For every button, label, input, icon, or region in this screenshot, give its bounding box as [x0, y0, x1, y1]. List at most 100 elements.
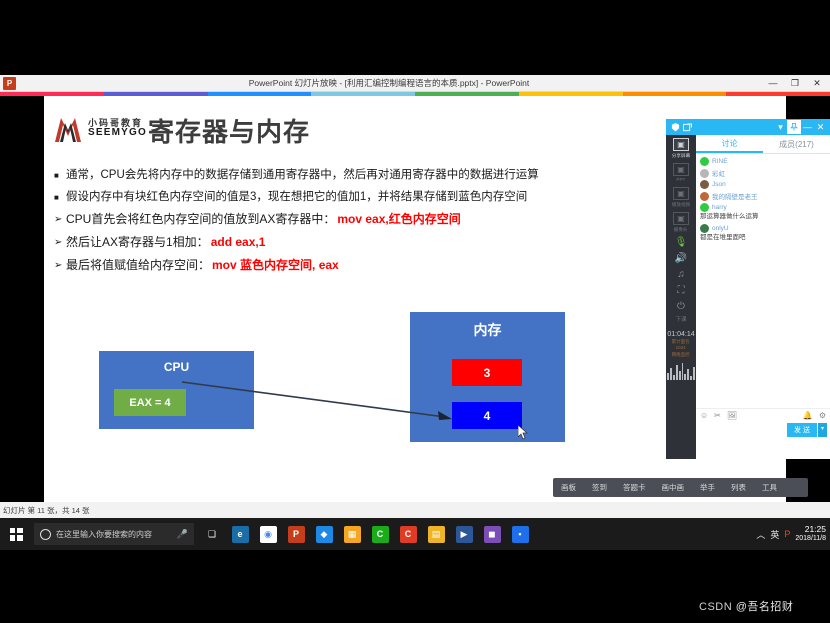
chat-username[interactable]: Json — [712, 181, 726, 188]
minimize-button[interactable]: — — [762, 75, 784, 91]
emoji-icon[interactable]: ☺ — [700, 411, 708, 420]
vc-tab-discussion[interactable]: 讨论 — [696, 135, 763, 153]
cloud-icon[interactable]: ◆ — [310, 518, 338, 550]
mic-icon[interactable]: 🎙 — [675, 237, 688, 248]
chevron-up-icon[interactable]: ︿ — [756, 528, 765, 541]
at-icon[interactable]: 🔔 — [803, 411, 813, 420]
vc-tab-bar: 讨论 成员(217) — [696, 135, 830, 154]
bullet-row: ➢ 最后将值赋值给内存空间： mov 蓝色内存空间, eax — [54, 257, 654, 274]
bullet-code-text: mov eax,红色内存空间 — [337, 212, 461, 226]
clock-time: 21:25 — [804, 524, 826, 535]
chat-username[interactable]: 彩虹 — [712, 168, 725, 178]
speaker-icon[interactable]: 🔊 — [675, 253, 687, 264]
restore-button[interactable]: ❐ — [784, 75, 806, 91]
powerpoint-icon[interactable]: P — [282, 518, 310, 550]
wechat-icon-glyph: C — [371, 525, 389, 543]
scissors-icon[interactable]: ✂ — [714, 411, 721, 420]
share-screen-icon: ▣ — [673, 138, 689, 151]
cdr-icon[interactable]: C — [394, 518, 422, 550]
bullet-text: 通常，CPU会先将内存中的数据存储到通用寄存器中，然后再对通用寄存器中的数据进行… — [66, 169, 539, 181]
image-icon[interactable]: 🖼 — [727, 411, 737, 420]
presenter-tool-列表[interactable]: 列表 — [731, 482, 746, 493]
mouse-cursor-icon — [518, 425, 528, 440]
taskbar-clock[interactable]: 21:25 2018/11/8 — [795, 524, 826, 543]
presenter-tool-工具[interactable]: 工具 — [762, 482, 777, 493]
end-class-button[interactable]: ⏻ 下课 — [667, 301, 695, 323]
presenter-tool-答题卡[interactable]: 答题卡 — [623, 482, 646, 493]
bullet-code-text: mov 蓝色内存空间, eax — [212, 258, 339, 272]
chat-message-header: RINE — [700, 157, 827, 166]
terminal-icon[interactable]: ▪ — [506, 518, 534, 550]
vc-send-row: 发 送 ▾ — [696, 421, 830, 439]
vc-rail-label: 分享屏幕 — [671, 153, 691, 159]
watermark-text: @吾名招财 — [735, 601, 794, 613]
powerpoint-icon-glyph: P — [287, 525, 305, 543]
media-icon[interactable]: ▶ — [450, 518, 478, 550]
gear-icon[interactable]: ⚙ — [819, 411, 826, 420]
presenter-tool-举手[interactable]: 举手 — [700, 482, 715, 493]
taskbar-search-box[interactable]: 在这里输入你要搜索的内容 🎤 — [34, 523, 194, 545]
presenter-tool-画中画[interactable]: 画中画 — [662, 482, 685, 493]
avatar — [700, 180, 709, 189]
bullet-marker-icon: ■ — [54, 171, 59, 180]
app-icon[interactable]: ◼ — [478, 518, 506, 550]
vc-session-timer: 01:04:14 累计面包 1024 网络监控 — [667, 331, 694, 358]
folder-icon[interactable]: ▤ — [422, 518, 450, 550]
bullet-text: 假设内存中有块红色内存空间的值是3，现在想把它的值加1，并将结果存储到蓝色内存空… — [66, 191, 528, 203]
brand-logo: 小码哥教育 SEEMYGO — [52, 114, 147, 144]
vc-rail-play-video-icon[interactable]: ▣ 播放视频 — [667, 187, 695, 208]
fullscreen-icon[interactable]: ⛶ — [678, 285, 685, 296]
vc-rail-ppt-icon[interactable]: ▣ PPT — [667, 163, 695, 183]
photos-icon[interactable]: ▦ — [338, 518, 366, 550]
chat-username[interactable]: 我的隔壁是老王 — [712, 191, 758, 201]
vc-chat-list[interactable]: RINE 彩虹 Json 我的隔壁是老王 harry 那运算器做什么运算 onlyU 都是在堆… — [696, 154, 830, 408]
screen: P PowerPoint 幻灯片放映 - [利用汇编控制编程语言的本质.pptx… — [0, 0, 830, 623]
vc-popout-icon[interactable] — [681, 121, 693, 133]
chat-message: harry 那运算器做什么运算 — [700, 203, 827, 222]
avatar — [700, 168, 709, 178]
watermark: CSDN @吾名招财 — [699, 598, 793, 614]
presenter-tool-签到[interactable]: 签到 — [592, 482, 607, 493]
chat-username[interactable]: onlyU — [712, 225, 729, 232]
vc-dropdown-icon[interactable]: ▾ — [774, 120, 787, 134]
wechat-icon[interactable]: C — [366, 518, 394, 550]
presenter-toolbar: 画板 签到 答题卡 画中画 举手 列表 工具 — [553, 478, 808, 497]
vc-tab-members[interactable]: 成员(217) — [763, 135, 830, 153]
chat-username[interactable]: RINE — [712, 158, 728, 165]
microphone-icon[interactable]: 🎤 — [177, 529, 188, 540]
cloud-icon-glyph: ◆ — [315, 525, 333, 543]
vc-rail-share-screen-icon[interactable]: ▣ 分享屏幕 — [667, 138, 695, 159]
vc-input-toolbar: ☺ ✂ 🖼 🔔 ⚙ — [696, 408, 830, 421]
bullet-row: ➢ 然后让AX寄存器与1相加： add eax,1 — [54, 234, 654, 251]
timer-value: 01:04:14 — [667, 331, 695, 338]
slide-letterbox-left — [0, 96, 44, 502]
bullet-row: ■ 通常，CPU会先将内存中的数据存储到通用寄存器中，然后再对通用寄存器中的数据进… — [54, 167, 654, 184]
video-conference-window: ▾ — ✕ ▣ 分享屏幕 ▣ PPT ▣ 播放视频 ▣ 摄像头 🎙 🔊 ♫ ⛶ ⏻ 下课 01:04:14 累… — [666, 119, 830, 459]
edge-icon[interactable]: e — [226, 518, 254, 550]
presenter-tool-画板[interactable]: 画板 — [561, 482, 576, 493]
logo-mark-icon — [52, 114, 84, 144]
vc-close-button[interactable]: ✕ — [814, 120, 827, 134]
ime-icon[interactable]: 英 — [770, 528, 779, 541]
chat-message: RINE — [700, 157, 827, 166]
taskbar-tray: ︿ 英 P 21:25 2018/11/8 — [756, 524, 830, 543]
slide-bullet-list: ■ 通常，CPU会先将内存中的数据存储到通用寄存器中，然后再对通用寄存器中的数据进… — [54, 167, 654, 280]
windows-taskbar: 在这里输入你要搜索的内容 🎤 ❏ e ◉ P ◆ ▦ C C ▤ ▶ ◼ ▪ ︿ 英 P 21:25 … — [0, 518, 830, 550]
start-button[interactable] — [0, 518, 32, 550]
chat-username[interactable]: harry — [712, 204, 727, 211]
task-view-icon[interactable]: ❏ — [198, 518, 226, 550]
send-button[interactable]: 发 送 — [787, 423, 817, 437]
send-dropdown-button[interactable]: ▾ — [817, 423, 827, 437]
vc-minimize-button[interactable]: — — [801, 120, 814, 134]
music-icon[interactable]: ♫ — [677, 269, 685, 280]
blue-memory-cell: 4 — [452, 402, 522, 429]
vc-pin-icon[interactable] — [787, 120, 801, 134]
ppt-tray-icon[interactable]: P — [784, 529, 790, 539]
close-button[interactable]: ✕ — [806, 75, 828, 91]
media-icon-glyph: ▶ — [455, 525, 473, 543]
vc-rail-camera-icon[interactable]: ▣ 摄像头 — [667, 212, 695, 233]
chrome-icon[interactable]: ◉ — [254, 518, 282, 550]
bullet-text: CPU首先会将红色内存空间的值放到AX寄存器中： mov eax,红色内存空间 — [66, 212, 461, 226]
play-video-icon: ▣ — [673, 187, 689, 200]
vc-message-input[interactable]: 发 送 ▾ — [696, 421, 830, 459]
